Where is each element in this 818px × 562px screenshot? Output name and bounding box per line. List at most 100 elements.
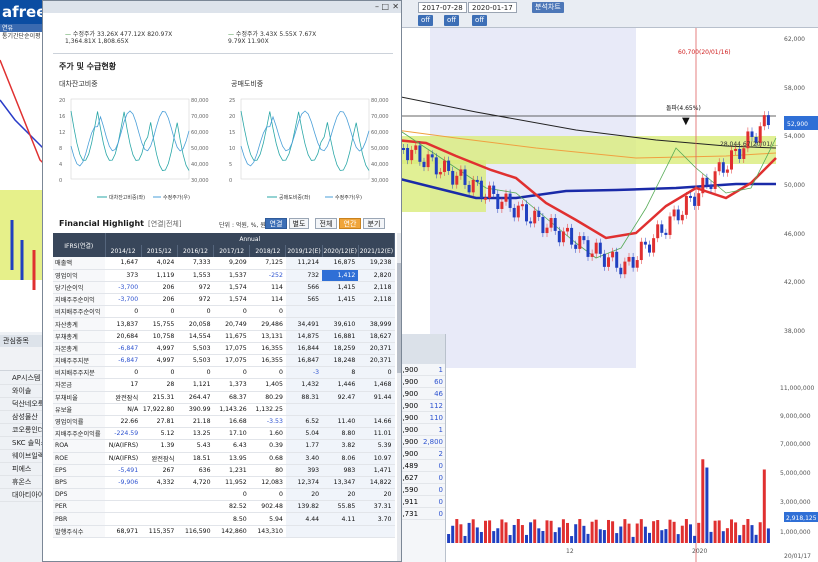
volume-bar <box>623 519 627 543</box>
toggle-consolidated[interactable]: 연결 <box>265 218 287 229</box>
order-row[interactable]: 2,627 0 <box>396 472 445 484</box>
volume-chart[interactable]: 2,918,125 11,000,000 9,000,000 7,000,000… <box>396 368 818 562</box>
order-row[interactable]: 4,900 2,800 <box>396 436 445 448</box>
order-row[interactable]: 4,900 1 <box>396 364 445 376</box>
candle <box>705 177 709 185</box>
table-cell: 0 <box>105 366 142 380</box>
x-tick: 12 <box>566 548 574 555</box>
candle <box>471 179 475 193</box>
volume-bar <box>496 528 500 543</box>
table-cell: -9,906 <box>105 476 142 490</box>
legend-item: 11.90X <box>247 38 269 45</box>
table-row: ROE N/A(IFRS) 완전잠식 18.51 13.95 0.68 3.40 8.06 10… <box>53 452 395 465</box>
candle <box>434 157 438 175</box>
order-row[interactable]: 1,911 0 <box>396 496 445 508</box>
toggle-quarterly[interactable]: 분기 <box>363 218 385 229</box>
row-label: 자본총계 <box>53 342 105 356</box>
year-header: 2019/12(E) <box>285 245 323 257</box>
date-from-field[interactable]: 2017-07-28 <box>418 2 467 13</box>
row-label: ROE <box>53 452 105 465</box>
y-left-tick: 12 <box>59 130 65 136</box>
table-cell: 116,590 <box>177 525 214 538</box>
candle <box>451 170 455 185</box>
order-row[interactable]: 4,900 60 <box>396 376 445 388</box>
order-row[interactable]: 1,731 0 <box>396 508 445 520</box>
order-row[interactable]: 4,900 46 <box>396 388 445 400</box>
toggle-separate[interactable]: 별도 <box>289 218 309 229</box>
table-row: 지배주주순이익률 -224.59 5.12 13.25 17.10 1.60 5.04 8.8… <box>53 427 395 441</box>
scroll-thumb[interactable] <box>397 263 401 373</box>
table-cell: 1,446 <box>322 378 359 392</box>
table-cell <box>177 488 214 502</box>
popup-titlebar[interactable]: – □ ✕ <box>43 1 401 13</box>
table-cell: 14,554 <box>177 330 214 343</box>
table-cell: 17 <box>105 378 142 392</box>
last-price-label: 52,900 <box>787 121 808 128</box>
order-row[interactable]: 4,900 1 <box>396 424 445 436</box>
order-qty: 112 <box>429 402 443 410</box>
table-cell: 8.50 <box>213 512 250 526</box>
volume-bar <box>549 520 553 543</box>
order-qty: 0 <box>438 498 443 506</box>
y-right-tick: 60,000 <box>191 130 209 136</box>
table-cell: 39,610 <box>322 317 359 331</box>
candle <box>664 232 668 235</box>
table-cell <box>322 403 359 416</box>
y-right-tick: 30,000 <box>191 178 209 184</box>
candle <box>488 185 492 198</box>
maximize-icon[interactable]: □ <box>381 2 389 11</box>
candle <box>598 242 602 254</box>
price-chart[interactable]: 60,700(20/01/16) 28,044.67(20/01/... 돌파(… <box>396 28 818 368</box>
year-header: 2018/12 <box>249 245 287 257</box>
table-cell: 1,119 <box>141 269 178 282</box>
price-tick: 62,000 <box>784 36 805 43</box>
minimize-icon[interactable]: – <box>375 2 379 11</box>
table-cell: 11,214 <box>285 257 323 270</box>
volume-bar <box>594 519 598 543</box>
order-row[interactable]: 5,590 0 <box>396 484 445 496</box>
candle <box>742 148 746 159</box>
order-qty: 46 <box>434 390 443 398</box>
toggle-annual[interactable]: 연간 <box>339 218 361 229</box>
candle <box>512 207 516 218</box>
table-cell: 1,553 <box>177 269 214 282</box>
table-cell: -5,491 <box>105 464 142 477</box>
table-cell: 92.47 <box>322 391 359 404</box>
candle <box>553 218 557 231</box>
volume-bar <box>730 519 733 543</box>
toggle-off-button-3[interactable]: off <box>472 15 488 26</box>
table-row: DPS 0 0 20 20 20 <box>53 488 395 502</box>
candle <box>693 196 697 206</box>
order-panel-header <box>396 334 445 364</box>
table-cell: 11.01 <box>358 427 395 441</box>
price-axis: 62,000 58,000 54,000 50,000 46,000 42,00… <box>784 36 805 335</box>
candle <box>566 227 569 232</box>
order-row[interactable]: 4,900 112 <box>396 400 445 412</box>
y-right-tick: 70,000 <box>191 114 209 120</box>
close-icon[interactable]: ✕ <box>392 2 399 11</box>
table-cell: 14,822 <box>358 476 395 490</box>
date-to-field[interactable]: 2020-01-17 <box>468 2 517 13</box>
annual-header: Annual <box>105 233 395 245</box>
toggle-off-button-2[interactable]: off <box>444 15 460 26</box>
order-row[interactable]: 4,900 2 <box>396 448 445 460</box>
table-cell: -224.59 <box>105 427 142 441</box>
analysis-chart-button[interactable]: 분석차트 <box>532 2 564 13</box>
table-row: PBR 8.50 5.94 4.44 4.11 3.70 <box>53 512 395 526</box>
candle <box>689 195 692 198</box>
popup-scrollbar[interactable] <box>397 233 401 561</box>
volume-bar <box>717 520 721 543</box>
order-row[interactable]: 4,900 110 <box>396 412 445 424</box>
table-cell <box>105 512 142 526</box>
ifrs-header: IFRS(연결) <box>53 233 106 257</box>
table-cell: 82.52 <box>213 500 250 514</box>
order-row[interactable]: 3,489 0 <box>396 460 445 472</box>
year-header: 2017/12 <box>213 245 251 257</box>
volume-bar <box>566 522 569 543</box>
toggle-all[interactable]: 전체 <box>315 218 337 229</box>
table-cell: 13.25 <box>177 427 214 441</box>
table-cell: 139.82 <box>285 500 323 514</box>
y-left-tick: 25 <box>229 98 235 104</box>
toggle-off-button-1[interactable]: off <box>418 15 434 26</box>
volume-bar <box>529 522 533 543</box>
